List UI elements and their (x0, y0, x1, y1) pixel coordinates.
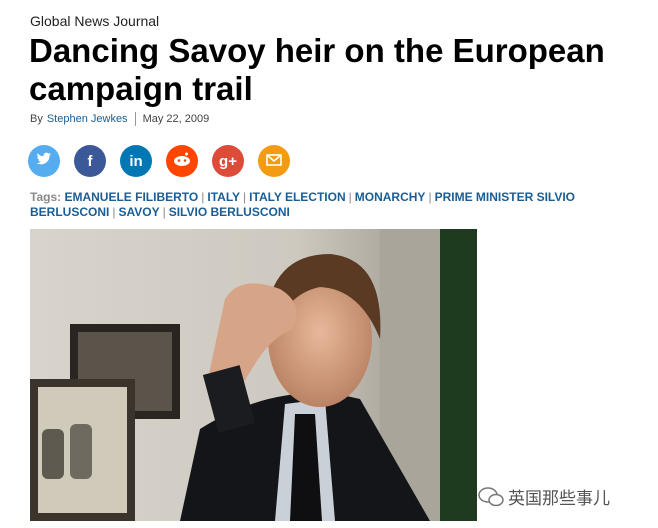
tag-link[interactable]: EMANUELE FILIBERTO (64, 190, 198, 204)
tag-separator: | (112, 205, 116, 219)
tag-link[interactable]: MONARCHY (355, 190, 426, 204)
share-bar: f in g+ (28, 145, 290, 177)
tag-link[interactable]: SAVOY (118, 205, 159, 219)
linkedin-share-button[interactable]: in (120, 145, 152, 177)
twitter-bird-icon (36, 152, 52, 170)
tag-link[interactable]: ITALY ELECTION (249, 190, 345, 204)
tags-line: Tags: EMANUELE FILIBERTO | ITALY | ITALY ELE… (30, 190, 630, 220)
article-headline: Dancing Savoy heir on the European campa… (29, 32, 605, 107)
envelope-icon (266, 153, 282, 170)
byline-prefix: By (30, 113, 43, 125)
article-photo (30, 229, 477, 521)
tags-label: Tags: (30, 190, 62, 204)
byline: By Stephen Jewkes May 22, 2009 (30, 112, 209, 126)
facebook-f-icon: f (87, 152, 93, 170)
tag-separator: | (348, 190, 352, 204)
twitter-share-button[interactable] (28, 145, 60, 177)
publish-date: May 22, 2009 (142, 113, 210, 125)
email-share-button[interactable] (258, 145, 290, 177)
wechat-icon (478, 486, 504, 506)
linkedin-in-icon: in (129, 152, 143, 170)
tag-separator: | (201, 190, 205, 204)
tag-separator: | (243, 190, 247, 204)
googleplus-share-button[interactable]: g+ (212, 145, 244, 177)
publication-name[interactable]: Global News Journal (30, 13, 159, 29)
watermark-text: 英国那些事儿 (508, 489, 610, 508)
byline-separator (134, 112, 136, 126)
author-link[interactable]: Stephen Jewkes (47, 113, 128, 125)
reddit-share-button[interactable] (166, 145, 198, 177)
reddit-alien-icon (173, 152, 191, 170)
tag-link[interactable]: ITALY (207, 190, 240, 204)
tag-link[interactable]: SILVIO BERLUSCONI (169, 205, 290, 219)
tag-separator: | (162, 205, 166, 219)
photo-illustration (30, 229, 477, 521)
google-plus-icon: g+ (219, 152, 237, 170)
tag-separator: | (428, 190, 432, 204)
watermark: 英国那些事儿 (478, 484, 610, 509)
facebook-share-button[interactable]: f (74, 145, 106, 177)
